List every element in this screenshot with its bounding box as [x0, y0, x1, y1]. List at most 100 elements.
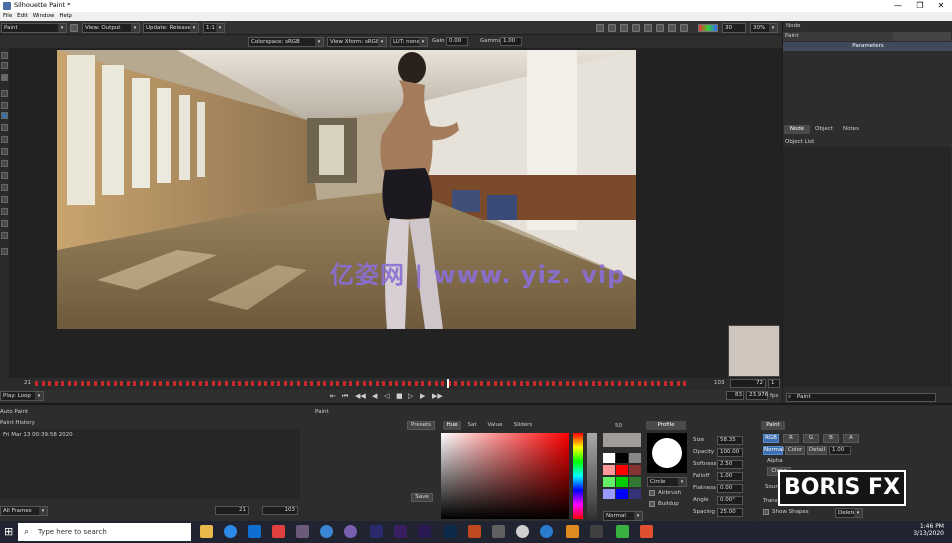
tab-object[interactable]: Object [811, 125, 837, 134]
mode-color[interactable]: Color [785, 446, 805, 455]
object-list[interactable] [783, 147, 951, 387]
file-explorer-icon[interactable] [200, 525, 213, 538]
zoom-level-field[interactable]: 30 [722, 23, 746, 33]
app-blue-icon[interactable] [320, 525, 333, 538]
history-list[interactable]: Fri Mar 13 00:39:58 2020 [0, 429, 300, 499]
smear-tool-icon[interactable] [1, 124, 8, 131]
chrome-icon[interactable] [224, 525, 237, 538]
palette-blue[interactable] [616, 489, 628, 499]
ratio-select[interactable]: 1:1 ▾ [203, 23, 225, 33]
colorpicker-tool-icon[interactable] [1, 232, 8, 239]
app-gray-icon[interactable] [492, 525, 505, 538]
guide-icon[interactable] [668, 24, 676, 32]
dodge-tool-icon[interactable] [1, 136, 8, 143]
close-button[interactable]: ✕ [931, 0, 951, 12]
colorspace-select[interactable]: Colorspace: sRGB ▾ [248, 37, 324, 47]
frame-step-field[interactable]: 1 [768, 379, 780, 388]
play-reverse-icon[interactable]: ◀ [372, 392, 377, 400]
node-name-field[interactable]: Paint [783, 32, 893, 41]
save-preset-button[interactable]: Save [411, 493, 433, 502]
app-orange2-icon[interactable] [640, 525, 653, 538]
channel-b[interactable]: B [823, 434, 839, 443]
presets-button[interactable]: Presets [407, 421, 435, 430]
zoom-select[interactable]: 30% ▾ [750, 23, 778, 33]
tab-notes[interactable]: Notes [838, 125, 864, 134]
palette-light-red[interactable] [603, 465, 615, 475]
value-slider[interactable] [587, 433, 597, 519]
palette-dark-green[interactable] [629, 477, 641, 487]
prev-key-icon[interactable]: ⏮ [342, 392, 348, 401]
brush-tool-icon[interactable] [1, 74, 8, 81]
param-flatness-field[interactable]: 0.00 [717, 484, 743, 493]
go-start-icon[interactable]: ⇤ [330, 392, 336, 400]
monitor-icon[interactable] [608, 24, 616, 32]
mode-normal[interactable]: Normal [763, 446, 784, 455]
airbrush-checkbox[interactable] [649, 490, 655, 496]
play-icon[interactable]: ▶ [420, 392, 425, 400]
buildup-checkbox[interactable] [649, 501, 655, 507]
param-softness-field[interactable]: 2.50 [717, 460, 743, 469]
minimize-button[interactable]: — [888, 0, 908, 12]
tab-sliders[interactable]: Sliders [509, 421, 537, 430]
channel-g[interactable]: G [803, 434, 819, 443]
palette-green[interactable] [616, 477, 628, 487]
palette-light-green[interactable] [603, 477, 615, 487]
windows-start-icon[interactable]: ⊞ [4, 525, 13, 538]
play-mode-select[interactable]: Play: Loop ▾ [0, 391, 44, 401]
channels-icon[interactable] [698, 24, 718, 32]
channel-a[interactable]: A [843, 434, 859, 443]
menu-help[interactable]: Help [59, 12, 72, 21]
palette-light-blue[interactable] [603, 489, 615, 499]
show-shapes-checkbox[interactable] [763, 509, 769, 515]
menu-edit[interactable]: Edit [17, 12, 28, 21]
fps-field[interactable]: 23.976 [746, 391, 768, 400]
drag-tool-icon[interactable] [1, 172, 8, 179]
stop-icon[interactable]: ■ [396, 392, 403, 400]
media-encoder-icon[interactable] [370, 525, 383, 538]
module-select[interactable]: Paint ▾ [1, 23, 67, 33]
menu-file[interactable]: File [3, 12, 12, 21]
palette-gray[interactable] [629, 453, 641, 463]
app-silhouette-icon[interactable] [566, 525, 579, 538]
param-falloff-field[interactable]: 1.00 [717, 472, 743, 481]
update-select[interactable]: Update: Release ▾ [143, 23, 199, 33]
step-forward-icon[interactable]: ▶▶ [432, 392, 443, 400]
premiere-icon[interactable] [418, 525, 431, 538]
timeline-track[interactable] [35, 379, 690, 388]
range-end-field[interactable]: 103 [262, 506, 298, 515]
maximize-button[interactable]: ❐ [910, 0, 930, 12]
tab-value[interactable]: Value [483, 421, 507, 430]
select-tool-icon[interactable] [1, 52, 8, 59]
range-start-field[interactable]: 21 [215, 506, 249, 515]
eraser-tool-icon[interactable] [1, 102, 8, 109]
history-item[interactable]: Fri Mar 13 00:39:58 2020 [3, 432, 73, 438]
tab-profile[interactable]: Profile [646, 421, 686, 430]
grid-icon[interactable] [632, 24, 640, 32]
param-spacing-field[interactable]: 25.00 [717, 508, 743, 517]
brush-shape-select[interactable]: Circle ▾ [647, 477, 687, 487]
current-frame-field[interactable]: 72 [730, 379, 766, 388]
tab-hue[interactable]: Hue [443, 421, 461, 430]
view-xform-select[interactable]: View Xform: sRGB ▾ [327, 37, 387, 47]
palette-dark-blue[interactable] [629, 489, 641, 499]
system-clock[interactable]: 1:46 PM 3/13/2020 [913, 523, 944, 537]
blend-mode-select[interactable]: Normal ▾ [603, 511, 643, 521]
param-size-field[interactable]: 58.35 [717, 436, 743, 445]
app-cyan-icon[interactable] [540, 525, 553, 538]
app-purple-icon[interactable] [344, 525, 357, 538]
menu-window[interactable]: Window [33, 12, 55, 21]
gamma-field[interactable]: 1.00 [500, 37, 522, 46]
frames-mode-select[interactable]: All Frames ▾ [0, 506, 48, 516]
reveal-tool-icon[interactable] [1, 220, 8, 227]
add-icon[interactable] [70, 24, 78, 32]
param-angle-field[interactable]: 0.00° [717, 496, 743, 505]
app-green-icon[interactable] [616, 525, 629, 538]
app-orange-icon[interactable] [468, 525, 481, 538]
blur-tool-icon[interactable] [1, 112, 8, 119]
app-white-icon[interactable] [516, 525, 529, 538]
fill-tool-icon[interactable] [1, 160, 8, 167]
object-search-field[interactable]: Paint [786, 393, 936, 402]
lut-select[interactable]: LUT: none ▾ [390, 37, 428, 47]
mode-detail[interactable]: Detail [807, 446, 827, 455]
tab-node[interactable]: Node [784, 125, 810, 134]
